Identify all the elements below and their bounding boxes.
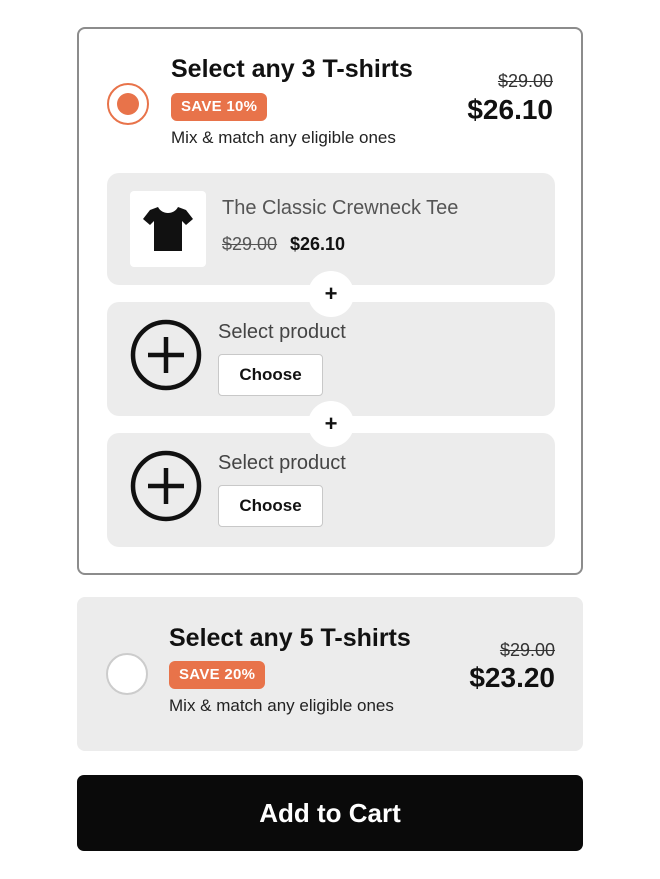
radio-selected[interactable] [107, 83, 149, 125]
bundle-title: Select any 3 T-shirts [171, 55, 413, 83]
bundle-option-5-tshirts[interactable]: Select any 5 T-shirts SAVE 20% Mix & mat… [77, 597, 583, 751]
radio-unselected[interactable] [106, 653, 148, 695]
plus-connector: + [308, 271, 354, 317]
bundle-description: Mix & match any eligible ones [171, 128, 396, 147]
choose-button[interactable]: Choose [218, 354, 323, 396]
add-to-cart-button[interactable]: Add to Cart [77, 775, 583, 851]
plus-connector: + [308, 401, 354, 447]
bundle-price: $23.20 [469, 662, 555, 693]
bundle-option-3-tshirts[interactable]: Select any 3 T-shirts SAVE 10% Mix & mat… [77, 27, 583, 575]
add-circle-icon[interactable] [130, 450, 202, 522]
radio-dot [117, 93, 139, 115]
discount-badge: SAVE 10% [171, 93, 268, 121]
product-slot-3: Select product Choose [107, 433, 555, 547]
choose-button[interactable]: Choose [218, 485, 323, 527]
bundle-compare-price: $29.00 [499, 640, 555, 660]
product-name: The Classic Crewneck Tee [222, 197, 459, 219]
select-product-label: Select product [218, 321, 346, 343]
bundle-description: Mix & match any eligible ones [169, 696, 394, 715]
tshirt-icon [143, 207, 193, 251]
product-compare-price: $29.00 [222, 234, 278, 254]
product-price: $26.10 [290, 234, 346, 254]
bundle-compare-price: $29.00 [497, 71, 553, 91]
bundle-title: Select any 5 T-shirts [169, 624, 411, 652]
select-product-label: Select product [218, 452, 346, 474]
bundle-price: $26.10 [467, 94, 553, 125]
product-thumbnail [130, 191, 206, 267]
product-slot-1: The Classic Crewneck Tee $29.00 $26.10 [107, 173, 555, 285]
discount-badge: SAVE 20% [169, 661, 266, 689]
add-circle-icon[interactable] [130, 319, 202, 391]
product-slot-2: Select product Choose [107, 302, 555, 416]
